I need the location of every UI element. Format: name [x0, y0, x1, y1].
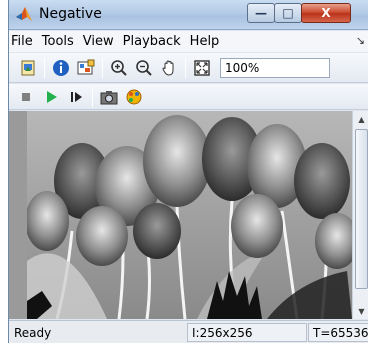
- close-button[interactable]: X: [301, 3, 351, 23]
- window-title: Negative: [39, 6, 102, 22]
- toolbar-separator: [185, 57, 186, 78]
- new-figure-button[interactable]: [17, 57, 39, 79]
- image-info-button[interactable]: [50, 57, 72, 79]
- main-toolbar: 100%: [9, 53, 368, 83]
- pan-icon: [162, 59, 174, 76]
- stop-icon: [22, 92, 30, 101]
- matlab-logo-icon: [16, 7, 32, 21]
- scroll-up-arrow-icon[interactable]: ▲: [353, 111, 368, 127]
- pixel-region-button[interactable]: [75, 57, 97, 79]
- status-ready: Ready: [14, 326, 52, 340]
- menu-view[interactable]: View: [83, 34, 114, 49]
- step-forward-icon: [71, 91, 82, 102]
- snapshot-button[interactable]: [98, 86, 120, 108]
- vertical-scrollbar[interactable]: ▲ ▼: [352, 111, 368, 319]
- colormap-icon: [126, 89, 142, 104]
- colormap-button[interactable]: [123, 86, 145, 108]
- status-bar: Ready I:256x256 T=65536.00: [9, 320, 368, 343]
- scroll-down-arrow-icon[interactable]: ▼: [353, 303, 368, 319]
- player-window: Negative — □ X File Tools View Playback …: [8, 0, 368, 343]
- negative-tulip-image: [27, 111, 352, 319]
- magnification-field[interactable]: 100%: [220, 57, 330, 78]
- toolbar-separator: [44, 57, 45, 78]
- info-icon: [53, 59, 69, 76]
- menu-file[interactable]: File: [11, 34, 33, 49]
- fit-window-icon: [194, 59, 210, 76]
- step-forward-button[interactable]: [65, 86, 87, 108]
- toolbar-separator: [92, 86, 93, 107]
- zoom-in-button[interactable]: [108, 57, 130, 79]
- stop-button[interactable]: [15, 86, 37, 108]
- play-icon: [47, 90, 57, 103]
- menu-bar: File Tools View Playback Help ↘: [9, 31, 368, 52]
- status-data-type: T=65536.00: [308, 323, 368, 342]
- snapshot-icon: [100, 90, 118, 104]
- zoom-out-button[interactable]: [133, 57, 155, 79]
- menu-tools[interactable]: Tools: [42, 34, 74, 49]
- title-bar[interactable]: Negative — □ X: [9, 0, 368, 30]
- new-figure-icon: [21, 60, 35, 75]
- menu-overflow-icon[interactable]: ↘: [356, 34, 365, 47]
- image-viewer[interactable]: ▲ ▼: [9, 111, 368, 319]
- menu-help[interactable]: Help: [190, 34, 220, 49]
- toolbar-separator: [102, 57, 103, 78]
- pixel-region-icon: [77, 59, 95, 74]
- zoom-out-icon: [136, 59, 152, 76]
- playback-toolbar: [9, 84, 368, 110]
- scroll-thumb[interactable]: [355, 129, 368, 289]
- play-button[interactable]: [40, 86, 62, 108]
- fit-to-window-button[interactable]: [191, 57, 213, 79]
- minimize-button[interactable]: —: [247, 3, 275, 23]
- pan-button[interactable]: [158, 57, 180, 79]
- menu-playback[interactable]: Playback: [123, 34, 181, 49]
- maximize-button[interactable]: □: [274, 3, 302, 23]
- status-image-size: I:256x256: [187, 323, 307, 342]
- zoom-in-icon: [111, 59, 127, 76]
